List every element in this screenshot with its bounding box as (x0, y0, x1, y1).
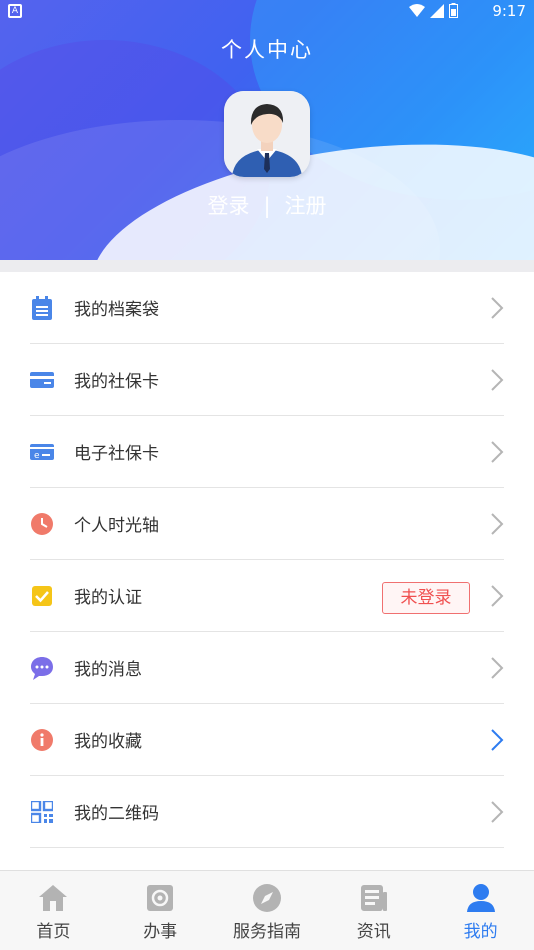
avatar-icon (224, 91, 310, 177)
status-icons (409, 3, 458, 18)
user-icon (465, 883, 497, 913)
status-bar: A 9:17 (0, 0, 534, 22)
home-icon (37, 883, 69, 913)
menu-item-label: 个人时光轴 (74, 516, 159, 536)
chat-icon (30, 656, 54, 680)
battery-icon (449, 3, 458, 18)
chevron-right-icon (491, 369, 504, 391)
menu-item-messages[interactable]: 我的消息 (30, 632, 504, 704)
compass-icon (251, 883, 283, 913)
auth-separator: | (263, 194, 271, 218)
svg-text:e: e (34, 451, 40, 461)
menu-item-favorites[interactable]: 我的收藏 (30, 704, 504, 776)
menu-item-label: 电子社保卡 (74, 444, 159, 464)
clipboard-icon (30, 295, 54, 320)
qrcode-icon (30, 800, 54, 824)
bottom-tab-bar: 首页 办事 服务指南 资讯 我的 (0, 870, 534, 950)
tab-label: 资讯 (356, 922, 391, 942)
status-time: 9:17 (492, 2, 526, 20)
chevron-right-icon (491, 801, 504, 823)
status-badge: 未登录 (382, 582, 470, 614)
info-icon (30, 728, 54, 752)
chevron-right-icon (491, 729, 504, 751)
chevron-right-icon (491, 513, 504, 535)
menu-item-label: 我的档案袋 (74, 300, 159, 320)
menu-item-label: 我的消息 (74, 660, 142, 680)
news-icon (358, 883, 390, 913)
page-title: 个人中心 (221, 38, 313, 62)
chevron-right-icon (491, 585, 504, 607)
avatar[interactable] (224, 91, 310, 177)
ecard-icon: e (30, 440, 54, 464)
menu-item-label: 我的二维码 (74, 804, 159, 824)
tab-news[interactable]: 资讯 (320, 871, 427, 950)
notification-icon: A (8, 4, 22, 18)
tab-label: 办事 (143, 922, 178, 942)
menu-item-social-card[interactable]: 我的社保卡 (30, 344, 504, 416)
tab-guide[interactable]: 服务指南 (214, 871, 321, 950)
tab-label: 我的 (463, 922, 498, 942)
tab-label: 服务指南 (232, 922, 301, 942)
profile-menu: 我的档案袋 我的社保卡 e 电子社保卡 个人时光轴 我的认证 未登录 我的消息 … (0, 272, 534, 848)
tab-mine[interactable]: 我的 (427, 871, 534, 950)
login-link[interactable]: 登录 (207, 190, 249, 220)
signal-icon (430, 3, 444, 18)
menu-item-timeline[interactable]: 个人时光轴 (30, 488, 504, 560)
clock-icon (30, 512, 54, 536)
card-icon (30, 368, 54, 392)
section-divider (0, 260, 534, 272)
profile-header: A 9:17 个人中心 登录 | 注册 (0, 0, 534, 260)
wifi-icon (409, 3, 425, 17)
chevron-right-icon (491, 657, 504, 679)
profile-page: A 9:17 个人中心 登录 | 注册 我的档案袋 我的社保卡 e 电子社保卡 … (0, 0, 534, 950)
menu-item-label: 我的社保卡 (74, 372, 159, 392)
chevron-right-icon (491, 441, 504, 463)
menu-item-verification[interactable]: 我的认证 未登录 (30, 560, 504, 632)
menu-item-label: 我的收藏 (74, 732, 142, 752)
service-icon (144, 883, 176, 913)
auth-links: 登录 | 注册 (0, 190, 534, 220)
tab-services[interactable]: 办事 (107, 871, 214, 950)
checkbox-icon (30, 584, 54, 608)
menu-item-qrcode[interactable]: 我的二维码 (30, 776, 504, 848)
register-link[interactable]: 注册 (285, 190, 327, 220)
tab-label: 首页 (36, 922, 71, 942)
menu-item-e-social-card[interactable]: e 电子社保卡 (30, 416, 504, 488)
tab-home[interactable]: 首页 (0, 871, 107, 950)
menu-item-dossier[interactable]: 我的档案袋 (30, 272, 504, 344)
chevron-right-icon (491, 297, 504, 319)
